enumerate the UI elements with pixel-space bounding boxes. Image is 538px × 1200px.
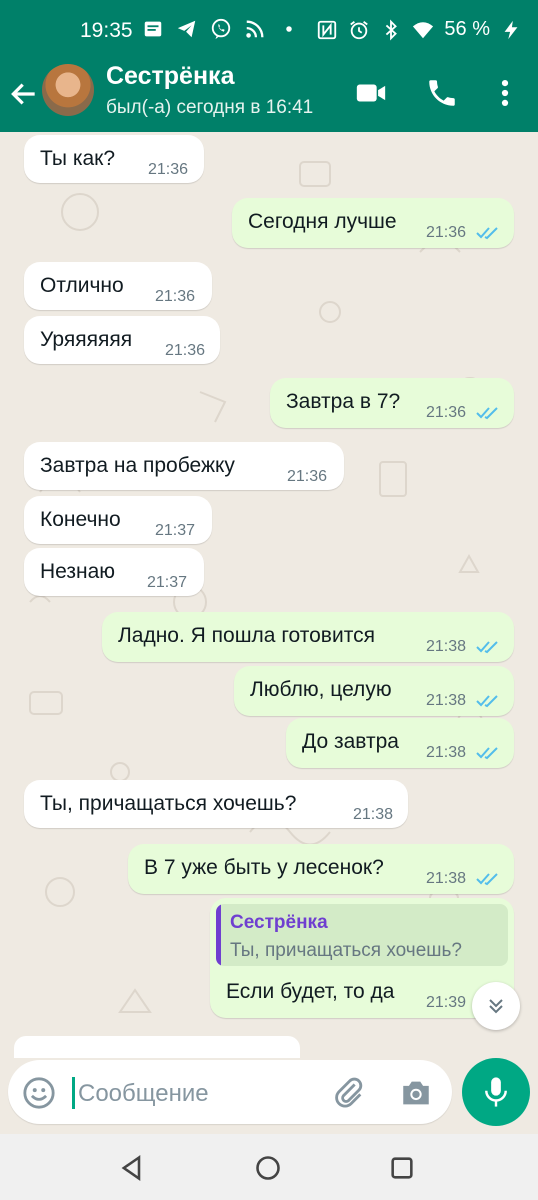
message-text: Сегодня лучше [248,210,397,233]
read-ticks-icon [476,873,498,886]
message-text: Ты, причащаться хочешь? [40,792,297,815]
message-text: Ты как? [40,147,116,170]
message-incoming[interactable]: Незнаю 21:37 [24,548,204,596]
message-text: До завтра [302,730,399,753]
read-ticks-icon [476,407,498,420]
video-call-icon[interactable] [354,76,388,110]
message-outgoing[interactable]: Ладно. Я пошла готовится 21:38 [102,612,514,662]
message-time: 21:38 [426,638,467,655]
message-time: 21:38 [426,870,467,887]
dot-icon [286,26,292,32]
message-time: 21:38 [426,744,467,761]
quote-bar [216,904,221,966]
message-outgoing[interactable]: Завтра в 7? 21:36 [270,378,514,428]
message-time: 21:39 [426,994,467,1011]
message-time: 21:36 [426,404,467,421]
wifi-icon [413,21,434,38]
voice-record-button[interactable] [462,1058,530,1126]
message-text: Завтра на пробежку [40,454,235,477]
message-input-placeholder[interactable]: Сообщение [78,1080,209,1108]
back-triangle-icon[interactable] [118,1154,146,1182]
double-chevron-down-icon [489,999,503,1014]
nfc-icon [318,20,337,39]
chat-messages[interactable]: Ты как? 21:36 Сегодня лучше 21:36 Отличн… [0,132,538,1058]
status-time: 19:35 [80,19,133,42]
message-text: Уряяяяяя [40,328,133,351]
home-circle-icon[interactable] [254,1154,282,1182]
message-incoming[interactable]: Ты как? 21:36 [24,135,204,183]
message-text: В 7 уже быть у лесенок? [144,856,384,879]
message-time: 21:38 [426,692,467,709]
quoted-author: Сестрёнка [230,912,328,933]
system-navigation-bar [0,1134,538,1200]
message-time: 21:36 [287,468,328,485]
message-incoming[interactable]: Конечно 21:37 [24,496,212,544]
rss-icon [246,20,264,38]
read-ticks-icon [476,747,498,760]
battery-percent: 56 % [444,18,490,40]
recents-square-icon[interactable] [388,1154,416,1182]
message-incoming[interactable]: Ты, причащаться хочешь? 21:38 [24,780,408,828]
message-incoming[interactable]: Отлично 21:36 [24,262,212,310]
status-notification-icons [142,18,300,40]
charging-icon [504,20,518,39]
message-outgoing[interactable]: До завтра 21:38 [286,718,514,768]
message-incoming[interactable]: Завтра на пробежку 21:36 [24,442,344,490]
composer-bar: Сообщение [0,1058,538,1134]
quoted-message[interactable]: Сестрёнка Ты, причащаться хочешь? [216,904,508,966]
status-bar: 19:35 56 % [0,0,538,62]
telegram-icon [177,20,196,38]
notification-icon [144,21,162,37]
message-text: Незнаю [40,560,116,583]
message-time: 21:36 [165,342,206,359]
read-ticks-icon [476,227,498,240]
status-system-icons: 56 % [316,18,522,41]
message-time: 21:36 [148,161,189,178]
quoted-text: Ты, причащаться хочешь? [230,940,462,961]
message-outgoing[interactable]: Люблю, целую 21:38 [234,666,514,716]
read-ticks-icon [476,641,498,654]
message-outgoing-reply[interactable]: Сестрёнка Ты, причащаться хочешь? Если б… [210,898,514,1018]
message-time: 21:36 [155,288,196,305]
message-time: 21:37 [155,522,196,539]
viber-icon [211,18,231,40]
message-text: Люблю, целую [250,678,392,701]
message-text: Завтра в 7? [286,390,401,413]
message-incoming[interactable]: Уряяяяяя 21:36 [24,316,220,364]
message-text: Ладно. Я пошла готовится [118,624,375,647]
bluetooth-icon [386,19,398,40]
read-ticks-icon [476,695,498,708]
message-text: Отлично [40,274,124,297]
alarm-icon [350,20,369,39]
more-options-icon[interactable] [488,76,522,110]
contact-avatar[interactable] [42,64,94,116]
message-outgoing[interactable]: В 7 уже быть у лесенок? 21:38 [128,844,514,894]
last-seen: был(-а) сегодня в 16:41 [106,97,314,118]
message-text: Если будет, то да [226,980,395,1003]
contact-name[interactable]: Сестрёнка [106,62,234,91]
emoji-icon[interactable] [22,1076,56,1110]
message-text: Конечно [40,508,121,531]
message-incoming-partial [14,1036,300,1060]
chat-header: Сестрёнка был(-а) сегодня в 16:41 [0,62,538,132]
back-arrow-icon[interactable] [8,78,40,110]
message-time: 21:37 [147,574,188,591]
message-input-box[interactable]: Сообщение [8,1060,452,1124]
camera-icon[interactable] [398,1076,434,1110]
attach-clip-icon[interactable] [332,1076,366,1110]
mic-icon [485,1077,507,1107]
message-time: 21:38 [353,806,394,823]
voice-call-icon[interactable] [425,76,459,110]
message-time: 21:36 [426,224,467,241]
text-caret [72,1077,75,1109]
message-outgoing[interactable]: Сегодня лучше 21:36 [232,198,514,248]
scroll-to-bottom-button[interactable] [472,982,520,1030]
